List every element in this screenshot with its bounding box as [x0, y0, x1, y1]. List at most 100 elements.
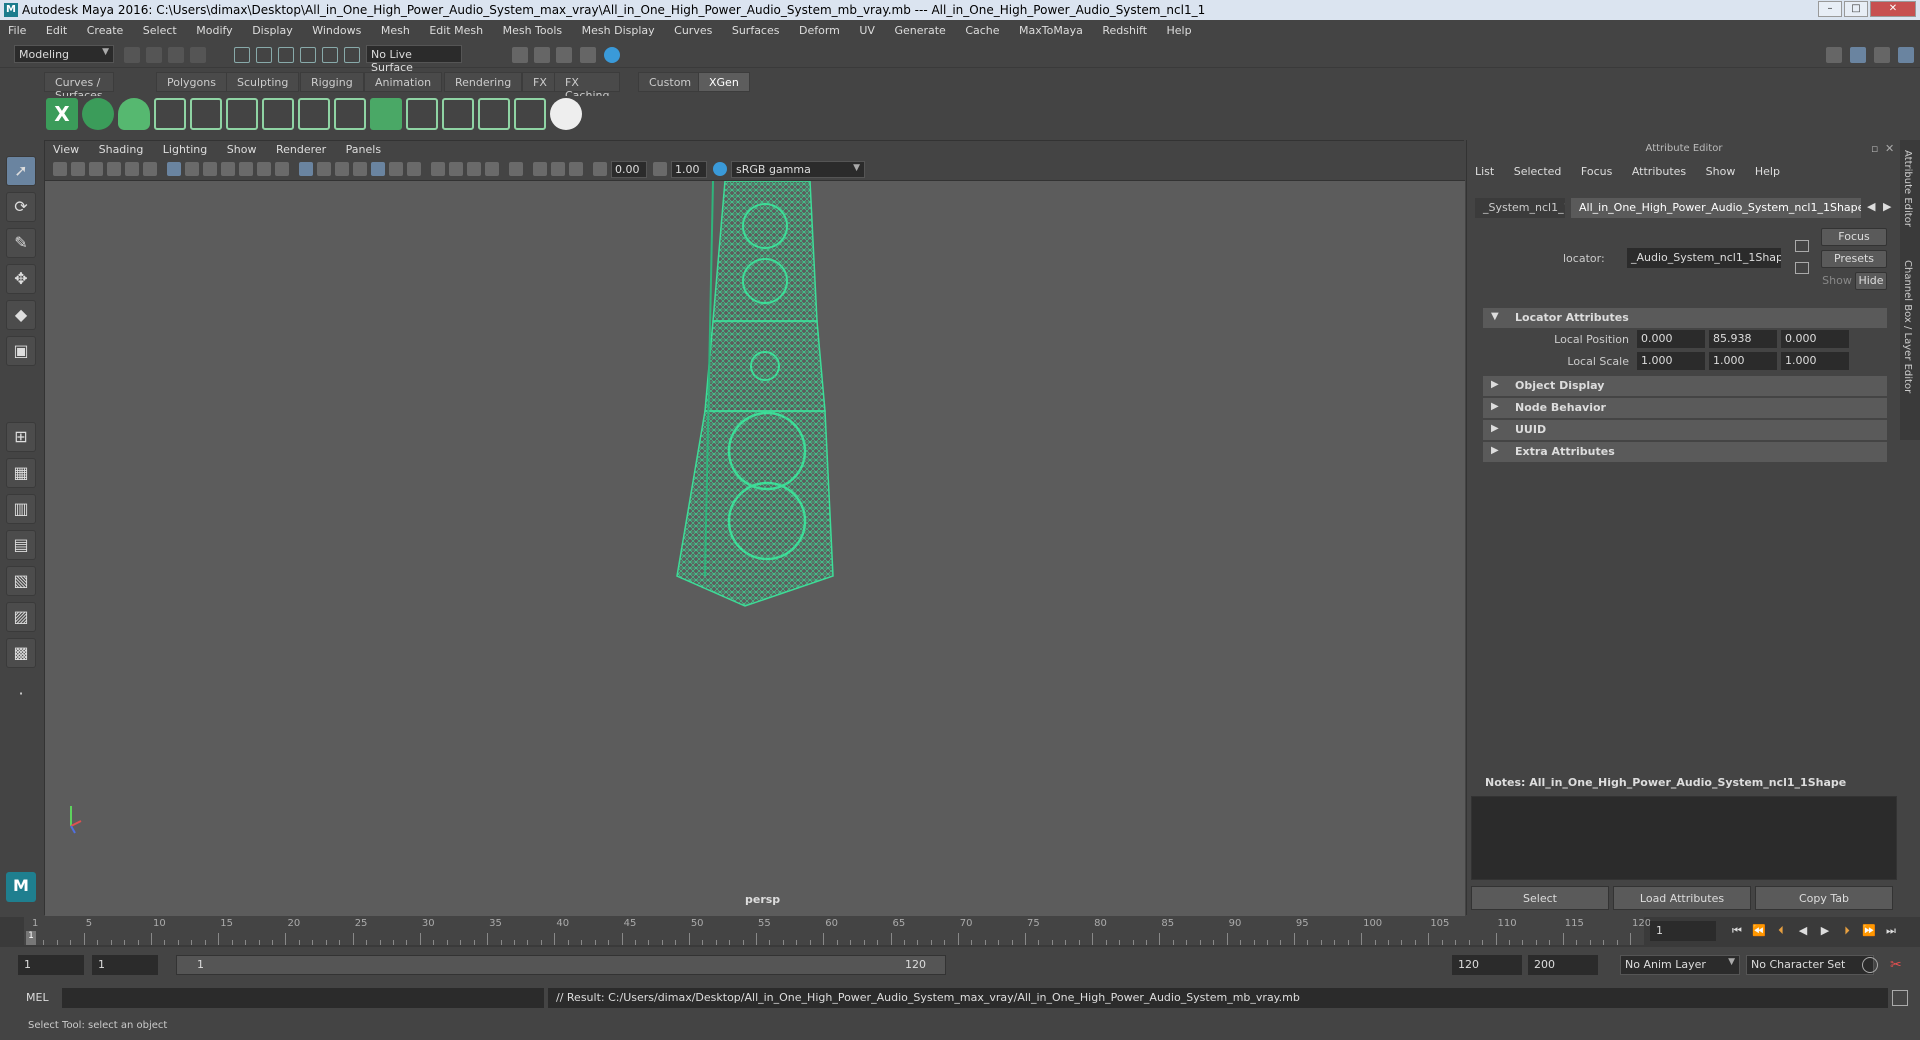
grease-pencil-icon[interactable]	[143, 162, 157, 176]
show-button[interactable]: Show	[1821, 272, 1853, 290]
select-component-icon[interactable]	[278, 47, 294, 63]
vp-menu-shading[interactable]: Shading	[91, 141, 152, 158]
gate-mask-icon[interactable]	[221, 162, 235, 176]
xgen-place-guides-icon[interactable]	[154, 98, 186, 130]
step-forward-frame-icon[interactable]: ⏩	[1860, 922, 1878, 940]
local-scale-x[interactable]: 1.000	[1637, 352, 1705, 370]
scale-tool-icon[interactable]: ▣	[6, 336, 36, 366]
tab-sculpting[interactable]: Sculpting	[226, 72, 300, 92]
ae-menu-list[interactable]: List	[1467, 162, 1502, 181]
color-management-icon[interactable]	[713, 162, 727, 176]
xray-icon[interactable]	[533, 162, 547, 176]
select-button[interactable]: Select	[1471, 886, 1609, 910]
close-panel-icon[interactable]: ✕	[1885, 142, 1894, 155]
vp-menu-show[interactable]: Show	[219, 141, 265, 158]
channel-box-toggle-icon[interactable]	[1898, 47, 1914, 63]
character-set-dropdown[interactable]: No Character Set	[1746, 955, 1874, 975]
xgen-grooming-icon[interactable]	[406, 98, 438, 130]
anim-start-field[interactable]: 1	[92, 955, 158, 975]
layout-outliner-icon[interactable]: ▤	[6, 530, 36, 560]
menu-cache[interactable]: Cache	[957, 20, 1007, 37]
vp-menu-lighting[interactable]: Lighting	[155, 141, 215, 158]
menu-display[interactable]: Display	[244, 20, 301, 37]
vp-menu-view[interactable]: View	[45, 141, 87, 158]
current-frame-field[interactable]: 1	[1650, 921, 1716, 941]
menu-mesh-display[interactable]: Mesh Display	[574, 20, 663, 37]
depth-of-field-icon[interactable]	[485, 162, 499, 176]
gamma-field[interactable]: 1.00	[671, 161, 707, 178]
ipr-render-icon[interactable]	[534, 47, 550, 63]
load-attributes-button[interactable]: Load Attributes	[1613, 886, 1751, 910]
go-to-end-icon[interactable]: ⏭	[1882, 922, 1900, 940]
vp-menu-panels[interactable]: Panels	[338, 141, 389, 158]
go-to-start-icon[interactable]: ⏮	[1728, 922, 1746, 940]
menu-modify[interactable]: Modify	[188, 20, 240, 37]
resolution-gate-icon[interactable]	[203, 162, 217, 176]
local-position-z[interactable]: 0.000	[1781, 330, 1849, 348]
open-scene-icon[interactable]	[146, 47, 162, 63]
locator-name-field[interactable]: _Audio_System_ncl1_1Shape	[1627, 248, 1781, 268]
section-node-behavior[interactable]: ▶ Node Behavior	[1483, 398, 1887, 418]
tab-scroll-left-icon[interactable]: ◀	[1867, 200, 1875, 213]
camera-attributes-icon[interactable]	[71, 162, 85, 176]
layout-hypershade-icon[interactable]: ▨	[6, 602, 36, 632]
image-plane-icon[interactable]	[107, 162, 121, 176]
menu-generate[interactable]: Generate	[886, 20, 953, 37]
menu-select[interactable]: Select	[135, 20, 185, 37]
snap-grid-icon[interactable]	[300, 47, 316, 63]
render-current-frame-icon[interactable]	[512, 47, 528, 63]
safe-action-icon[interactable]	[257, 162, 271, 176]
layout-single-icon[interactable]: ⊞	[6, 422, 36, 452]
motion-blur-icon[interactable]	[449, 162, 463, 176]
menu-redshift[interactable]: Redshift	[1094, 20, 1155, 37]
undo-icon[interactable]	[190, 47, 206, 63]
gamma-icon[interactable]	[653, 162, 667, 176]
section-extra-attributes[interactable]: ▶ Extra Attributes	[1483, 442, 1887, 462]
vp-menu-renderer[interactable]: Renderer	[268, 141, 334, 158]
local-position-y[interactable]: 85.938	[1709, 330, 1777, 348]
xgen-cut-icon[interactable]	[478, 98, 510, 130]
speaker-tower-model[interactable]	[676, 180, 834, 607]
hypershade-icon[interactable]	[580, 47, 596, 63]
mel-label[interactable]: MEL	[26, 991, 49, 1004]
exposure-field[interactable]: 0.00	[611, 161, 647, 178]
notes-textarea[interactable]	[1471, 796, 1897, 880]
go-to-input-icon[interactable]	[1795, 240, 1809, 252]
step-back-key-icon[interactable]: ⏴	[1772, 922, 1790, 940]
maximize-button[interactable]: □	[1844, 1, 1868, 17]
view-transform-dropdown[interactable]: sRGB gamma ▼	[731, 161, 865, 178]
layout-graph-icon[interactable]: ▧	[6, 566, 36, 596]
wireframe-icon[interactable]	[299, 162, 313, 176]
tab-rendering[interactable]: Rendering	[444, 72, 523, 92]
tab-xgen[interactable]: XGen	[698, 72, 750, 92]
copy-tab-button[interactable]: Copy Tab	[1755, 886, 1893, 910]
lights-icon[interactable]	[389, 162, 403, 176]
minimize-button[interactable]: –	[1818, 1, 1842, 17]
menu-curves[interactable]: Curves	[666, 20, 720, 37]
menu-maxtomaya[interactable]: MaxToMaya	[1011, 20, 1091, 37]
side-tab-attribute-editor[interactable]: Attribute Editor	[1902, 150, 1913, 227]
safe-title-icon[interactable]	[275, 162, 289, 176]
save-scene-icon[interactable]	[168, 47, 184, 63]
mode-dropdown[interactable]: Modeling ▼	[14, 45, 114, 63]
menu-create[interactable]: Create	[79, 20, 132, 37]
menu-mesh-tools[interactable]: Mesh Tools	[495, 20, 571, 37]
close-button[interactable]: ✕	[1870, 1, 1916, 17]
go-to-output-icon[interactable]	[1795, 262, 1809, 274]
attribute-editor-toggle-icon[interactable]	[1850, 47, 1866, 63]
auto-key-icon[interactable]	[1862, 957, 1878, 973]
smooth-shade-icon[interactable]	[317, 162, 331, 176]
field-chart-icon[interactable]	[239, 162, 253, 176]
viewport-canvas[interactable]: persp	[45, 180, 1465, 916]
camera-select-icon[interactable]	[53, 162, 67, 176]
menu-mesh[interactable]: Mesh	[373, 20, 418, 37]
wireframe-on-shaded-icon[interactable]	[353, 162, 367, 176]
tab-fx-caching[interactable]: FX Caching	[554, 72, 621, 102]
2d-pan-icon[interactable]	[125, 162, 139, 176]
new-scene-icon[interactable]	[124, 47, 140, 63]
layout-four-icon[interactable]: ▦	[6, 458, 36, 488]
ae-tab-shape[interactable]: All_in_One_High_Power_Audio_System_ncl1_…	[1571, 198, 1861, 218]
hide-button[interactable]: Hide	[1855, 272, 1887, 290]
menu-windows[interactable]: Windows	[304, 20, 369, 37]
xgen-comb-icon[interactable]	[442, 98, 474, 130]
